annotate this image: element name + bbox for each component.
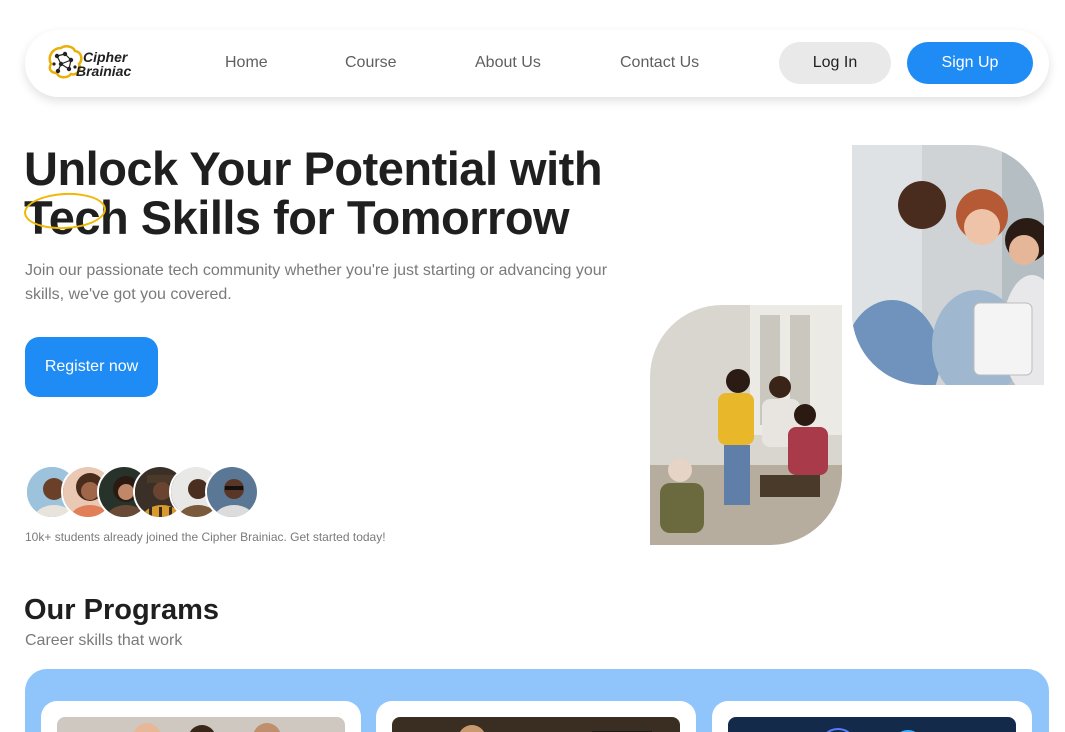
program-card[interactable]	[376, 701, 696, 732]
signup-button[interactable]: Sign Up	[907, 42, 1033, 84]
hero-title-line2: Tech Skills for Tomorrow	[24, 191, 570, 244]
brand-logo[interactable]: Cipher Brainiac	[45, 44, 145, 82]
nav-home-link[interactable]: Home	[225, 54, 268, 72]
students-with-tablet-photo	[852, 145, 1044, 385]
programs-subtitle: Career skills that work	[25, 632, 183, 649]
hero-title-line1: Unlock Your Potential with	[24, 142, 603, 195]
login-button[interactable]: Log In	[779, 42, 891, 84]
social-proof-text: 10k+ students already joined the Cipher …	[25, 530, 386, 544]
brand-wordmark: Cipher Brainiac	[76, 49, 131, 78]
register-button[interactable]: Register now	[25, 337, 158, 397]
brand-line1: Cipher	[83, 49, 128, 65]
student-avatars	[25, 465, 275, 519]
hero-title: Unlock Your Potential with Tech Skills f…	[24, 144, 644, 242]
program-card-image	[392, 717, 680, 732]
program-card-image	[728, 717, 1016, 732]
program-card[interactable]	[41, 701, 361, 732]
brand-line2: Brainiac	[76, 63, 132, 79]
hero-subtitle: Join our passionate tech community wheth…	[25, 262, 608, 303]
nav-contact-link[interactable]: Contact Us	[620, 54, 699, 72]
students-in-hallway-photo	[650, 305, 842, 545]
program-card-image	[57, 717, 345, 732]
programs-title: Our Programs	[24, 594, 219, 626]
navbar: Cipher Brainiac Home Course About Us Con…	[25, 30, 1049, 97]
nav-course-link[interactable]: Course	[345, 54, 397, 72]
program-card[interactable]	[712, 701, 1032, 732]
programs-panel	[25, 669, 1049, 732]
nav-about-link[interactable]: About Us	[475, 54, 541, 72]
avatar	[205, 465, 259, 519]
